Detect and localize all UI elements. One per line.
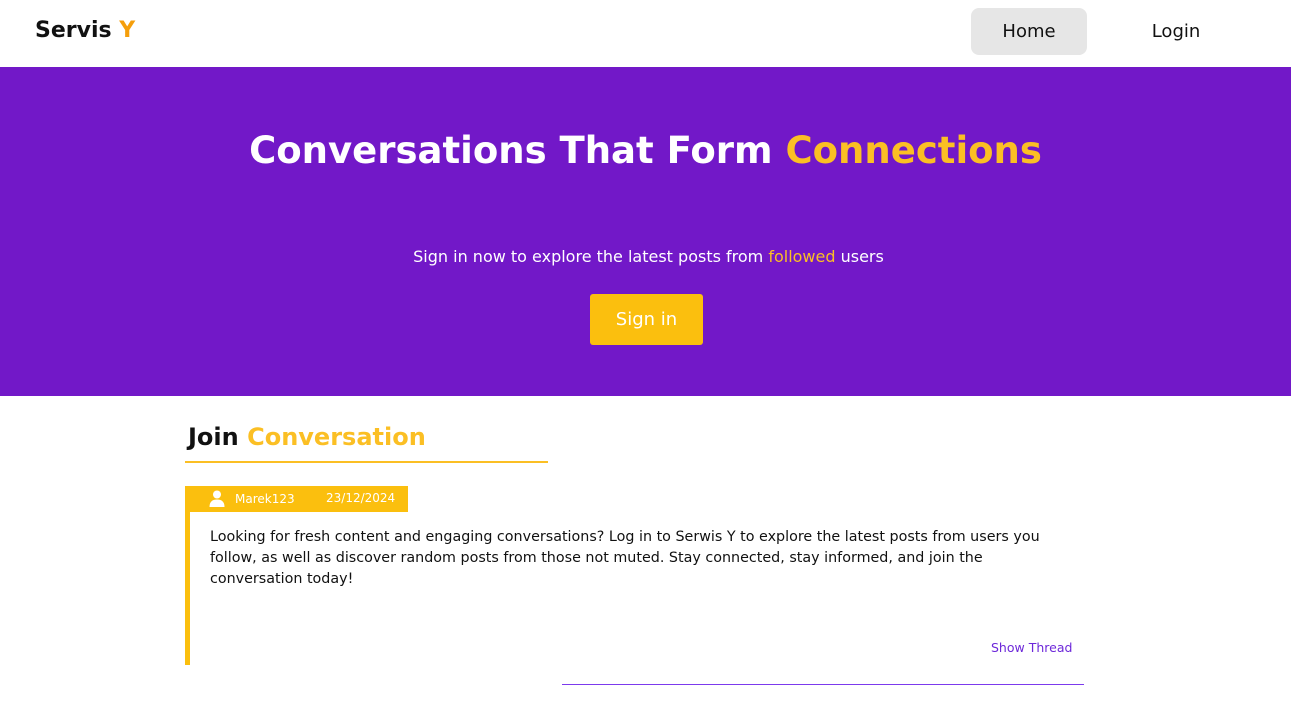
post-meta-header: Marek123 23/12/2024 (185, 486, 408, 512)
nav-login-button[interactable]: Login (1118, 8, 1234, 55)
hero-banner: Conversations That Form Connections Sign… (0, 67, 1291, 396)
brand-name: Servis (35, 18, 120, 43)
hero-subtitle-accent: followed (768, 247, 836, 266)
hero-subtitle: Sign in now to explore the latest posts … (0, 245, 1291, 269)
post-body: Looking for fresh content and engaging c… (210, 529, 1040, 587)
user-icon (209, 490, 225, 507)
hero-title: Conversations That Form Connections (0, 127, 1291, 175)
post-accent-bar (185, 486, 190, 665)
section-title: Join Conversation (188, 421, 426, 453)
hero-subtitle-after: users (835, 247, 884, 266)
nav-home-button[interactable]: Home (971, 8, 1087, 55)
sign-in-button[interactable]: Sign in (590, 294, 703, 345)
section-title-main: Join (188, 423, 248, 451)
brand-accent: Y (119, 18, 136, 43)
show-thread-link[interactable]: Show Thread (991, 640, 1072, 656)
section-underline (185, 461, 548, 463)
post-username[interactable]: Marek123 (235, 491, 295, 507)
section-title-accent: Conversation (247, 423, 426, 451)
hero-title-main: Conversations That Form (249, 129, 786, 172)
post-date: 23/12/2024 (326, 491, 396, 505)
hero-title-accent: Connections (785, 129, 1042, 172)
hero-subtitle-before: Sign in now to explore the latest posts … (413, 247, 769, 266)
top-navbar: Servis Y Home Login (0, 0, 1291, 67)
brand-logo[interactable]: Servis Y (35, 17, 135, 45)
post-divider (562, 684, 1084, 685)
